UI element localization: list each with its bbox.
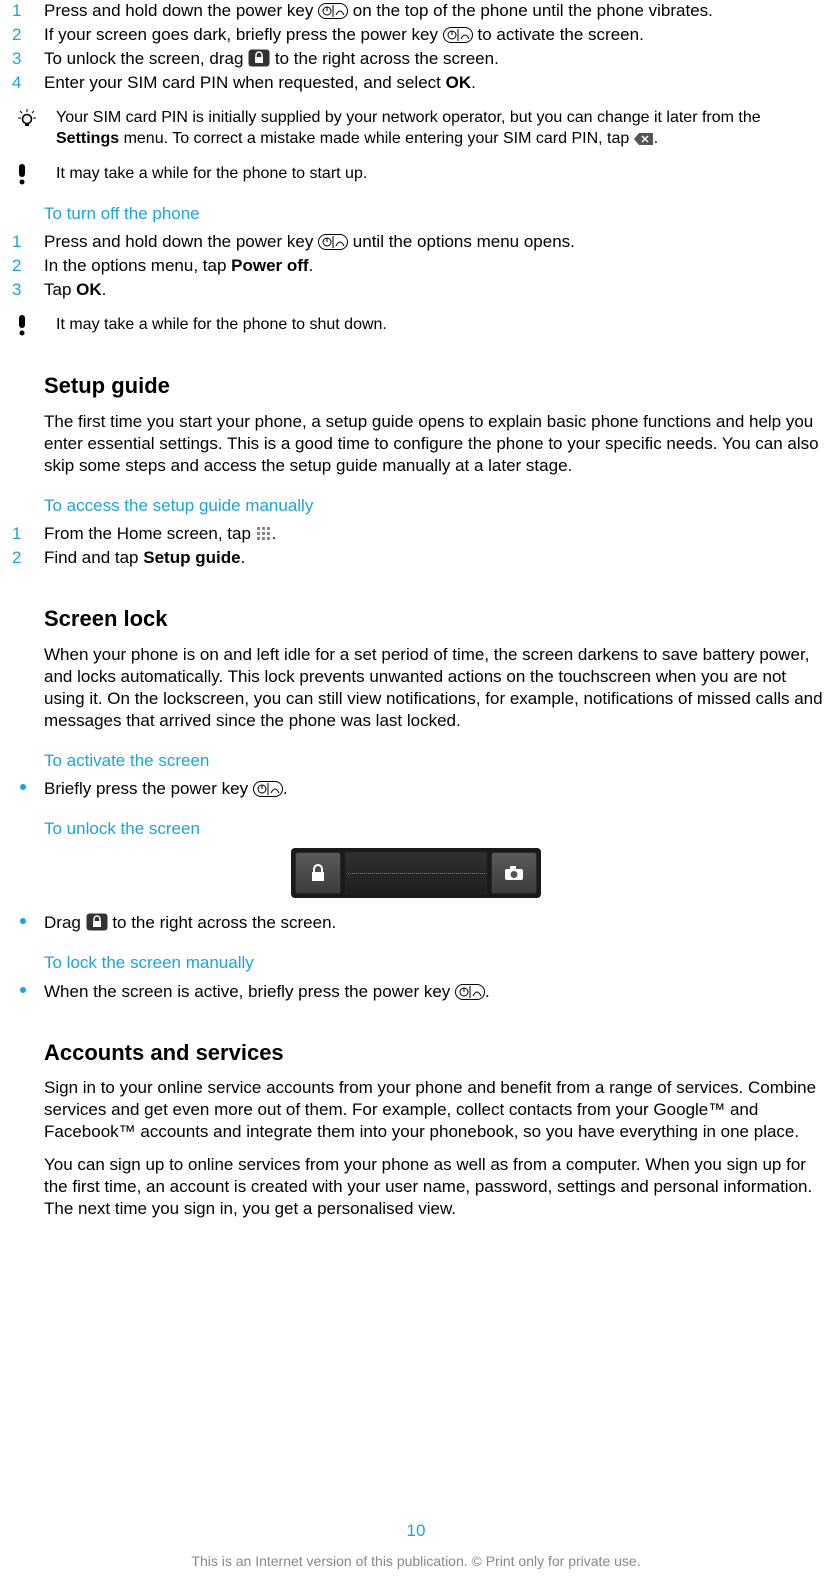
bullet-icon (20, 784, 26, 790)
bullet-item: When the screen is active, briefly press… (8, 981, 824, 1003)
bullet-text-2: . (283, 779, 288, 798)
startup-steps: 1 Press and hold down the power key on t… (8, 0, 824, 94)
step-number: 3 (12, 279, 21, 301)
step-1: 1 Press and hold down the power key on t… (8, 0, 824, 22)
tip-text-2: menu. To correct a mistake made while en… (119, 130, 634, 147)
step-text-2: until the options menu opens. (353, 232, 575, 251)
step-number: 4 (12, 72, 21, 94)
step-3: 3 Tap OK. (8, 279, 824, 301)
step-text-2: . (471, 73, 476, 92)
power-key-icon (318, 3, 348, 19)
warning-icon (18, 164, 26, 191)
step-1: 1 Press and hold down the power key unti… (8, 231, 824, 253)
step-text-2: on the top of the phone until the phone … (353, 1, 713, 20)
setup-access-steps: 1 From the Home screen, tap . 2 Find and… (8, 523, 824, 569)
footer-text: This is an Internet version of this publ… (0, 1552, 832, 1570)
step-text: Find and tap (44, 548, 143, 567)
step-text: Tap (44, 280, 76, 299)
lock-slot-icon (295, 852, 341, 894)
screenlock-paragraph: When your phone is on and left idle for … (44, 644, 824, 732)
step-number: 2 (12, 24, 21, 46)
step-number: 2 (12, 547, 21, 569)
ok-label: OK (76, 280, 102, 299)
step-text-2: . (241, 548, 246, 567)
bullet-text: Briefly press the power key (44, 779, 253, 798)
warning-icon (18, 315, 26, 342)
page-number: 10 (0, 1520, 832, 1542)
ok-label: OK (446, 73, 472, 92)
bullet-icon (20, 918, 26, 924)
step-number: 1 (12, 0, 21, 22)
step-text: From the Home screen, tap (44, 524, 256, 543)
heading-lock-manually: To lock the screen manually (44, 952, 824, 974)
tip-note: Your SIM card PIN is initially supplied … (8, 108, 824, 150)
heading-accounts: Accounts and services (44, 1039, 824, 1068)
step-text-2: . (309, 256, 314, 275)
step-number: 1 (12, 231, 21, 253)
step-3: 3 To unlock the screen, drag to the righ… (8, 48, 824, 70)
heading-unlock-screen: To unlock the screen (44, 818, 824, 840)
step-text: In the options menu, tap (44, 256, 231, 275)
step-2: 2 If your screen goes dark, briefly pres… (8, 24, 824, 46)
camera-slot-icon (491, 852, 537, 894)
bullet-text-2: to the right across the screen. (112, 913, 336, 932)
accounts-paragraph-2: You can sign up to online services from … (44, 1154, 824, 1220)
step-text-2: to the right across the screen. (275, 49, 499, 68)
step-text-2: . (272, 524, 277, 543)
heading-access-setup: To access the setup guide manually (44, 495, 824, 517)
heading-setup-guide: Setup guide (44, 372, 824, 401)
accounts-paragraph-1: Sign in to your online service accounts … (44, 1077, 824, 1143)
warning-text: It may take a while for the phone to shu… (56, 316, 387, 333)
step-number: 2 (12, 255, 21, 277)
power-key-icon (253, 781, 283, 797)
step-4: 4 Enter your SIM card PIN when requested… (8, 72, 824, 94)
step-1: 1 From the Home screen, tap . (8, 523, 824, 545)
step-number: 1 (12, 523, 21, 545)
tip-text: Your SIM card PIN is initially supplied … (56, 109, 761, 126)
lock-drag-icon (86, 913, 108, 931)
step-number: 3 (12, 48, 21, 70)
power-key-icon (443, 27, 473, 43)
step-text: If your screen goes dark, briefly press … (44, 25, 443, 44)
heading-activate-screen: To activate the screen (44, 750, 824, 772)
step-text-2: . (102, 280, 107, 299)
warning-text: It may take a while for the phone to sta… (56, 165, 367, 182)
step-text-2: to activate the screen. (477, 25, 643, 44)
tip-text-3: . (654, 130, 658, 147)
heading-turn-off: To turn off the phone (44, 203, 824, 225)
step-text: Press and hold down the power key (44, 232, 318, 251)
warning-note: It may take a while for the phone to sta… (8, 164, 824, 185)
heading-screen-lock: Screen lock (44, 605, 824, 634)
backspace-icon (634, 132, 654, 146)
power-key-icon (318, 234, 348, 250)
step-2: 2 Find and tap Setup guide. (8, 547, 824, 569)
bullet-text-2: . (485, 982, 490, 1001)
lock-track (345, 852, 487, 894)
setup-guide-label: Setup guide (143, 548, 240, 567)
turnoff-steps: 1 Press and hold down the power key unti… (8, 231, 824, 301)
poweroff-label: Power off (231, 256, 308, 275)
step-text: To unlock the screen, drag (44, 49, 248, 68)
bullet-item: Drag to the right across the screen. (8, 912, 824, 934)
apps-grid-icon (256, 526, 272, 542)
settings-label: Settings (56, 130, 119, 147)
setup-paragraph: The first time you start your phone, a s… (44, 411, 824, 477)
lock-slider-illustration (291, 848, 541, 898)
step-2: 2 In the options menu, tap Power off. (8, 255, 824, 277)
step-text: Enter your SIM card PIN when requested, … (44, 73, 446, 92)
bullet-text: When the screen is active, briefly press… (44, 982, 455, 1001)
step-text: Press and hold down the power key (44, 1, 318, 20)
tip-icon (18, 108, 36, 134)
lock-drag-icon (248, 49, 270, 67)
bullet-item: Briefly press the power key . (8, 778, 824, 800)
warning-note: It may take a while for the phone to shu… (8, 315, 824, 336)
power-key-icon (455, 984, 485, 1000)
bullet-icon (20, 987, 26, 993)
bullet-text: Drag (44, 913, 86, 932)
